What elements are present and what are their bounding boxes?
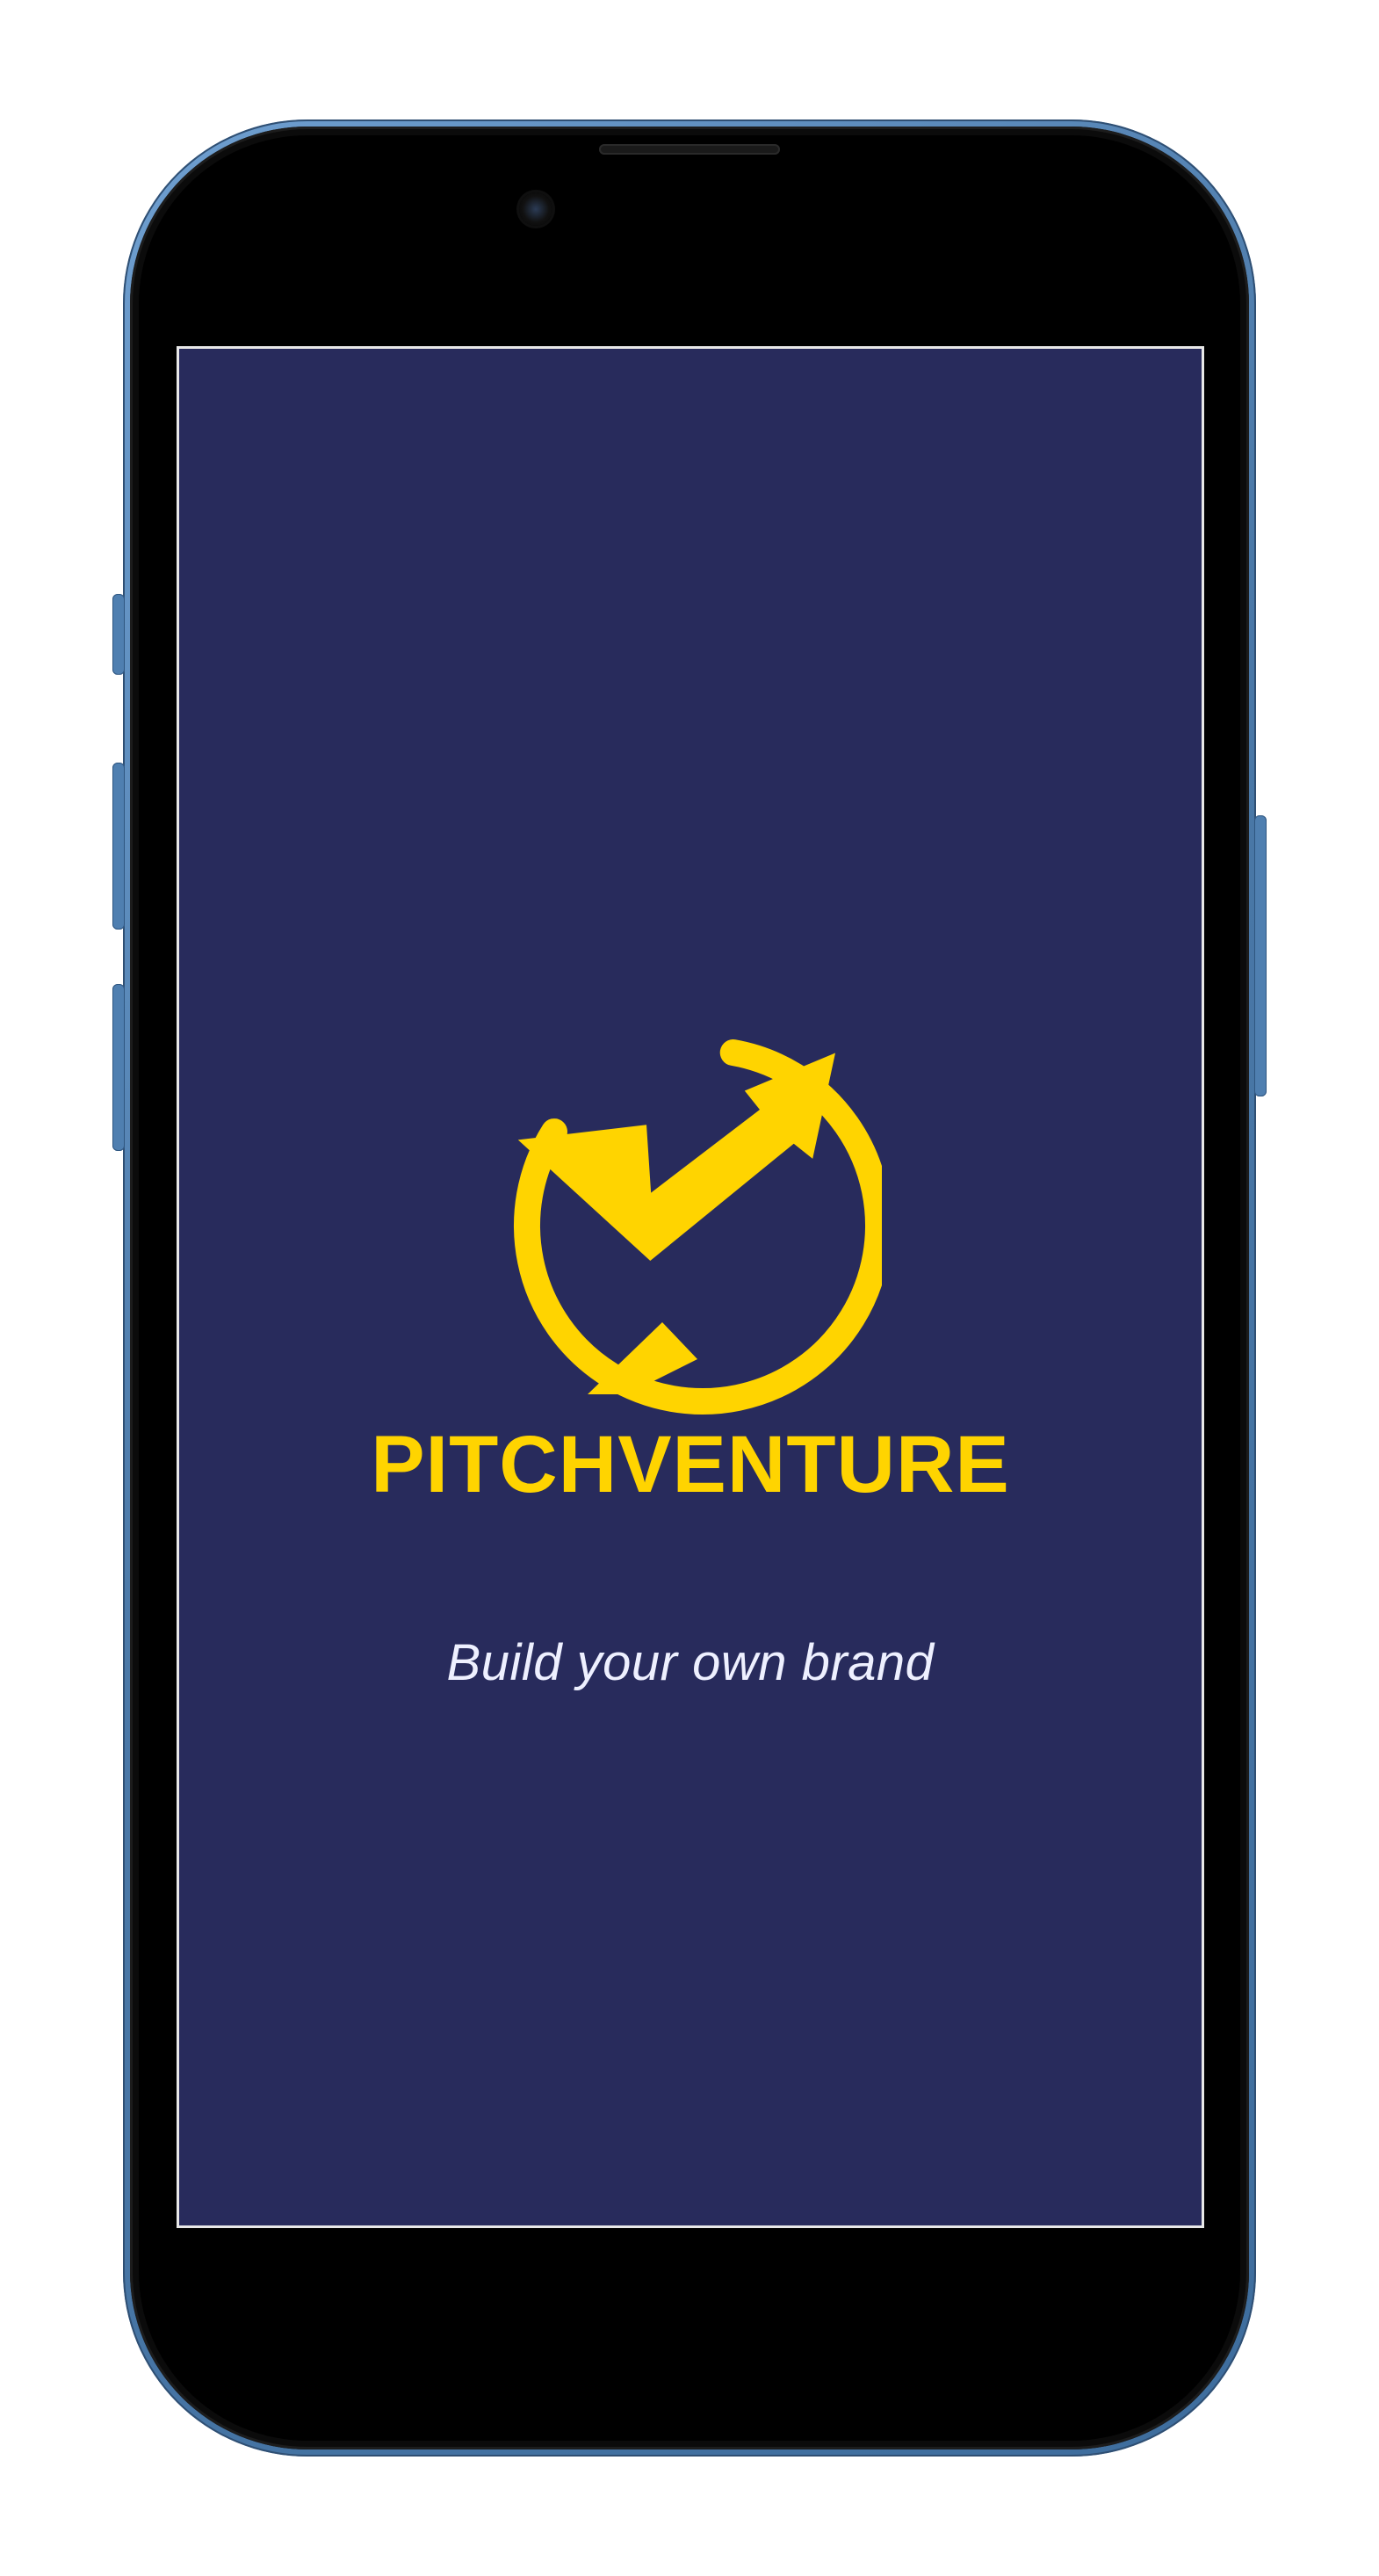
volume-up-button: [112, 763, 125, 930]
pitchventure-logo-icon: [514, 1037, 882, 1415]
power-button: [1254, 815, 1267, 1096]
earpiece-speaker: [599, 144, 780, 155]
front-camera: [519, 192, 552, 226]
volume-down-button: [112, 984, 125, 1151]
splash-screen: PITCHVENTURE Build your own brand: [177, 346, 1204, 2228]
tagline-text: Build your own brand: [446, 1634, 935, 1691]
brand-name: PITCHVENTURE: [371, 1420, 1010, 1509]
logo-container: [179, 349, 1202, 2225]
silent-switch: [112, 594, 125, 675]
page: PITCHVENTURE Build your own brand: [0, 0, 1379, 2576]
